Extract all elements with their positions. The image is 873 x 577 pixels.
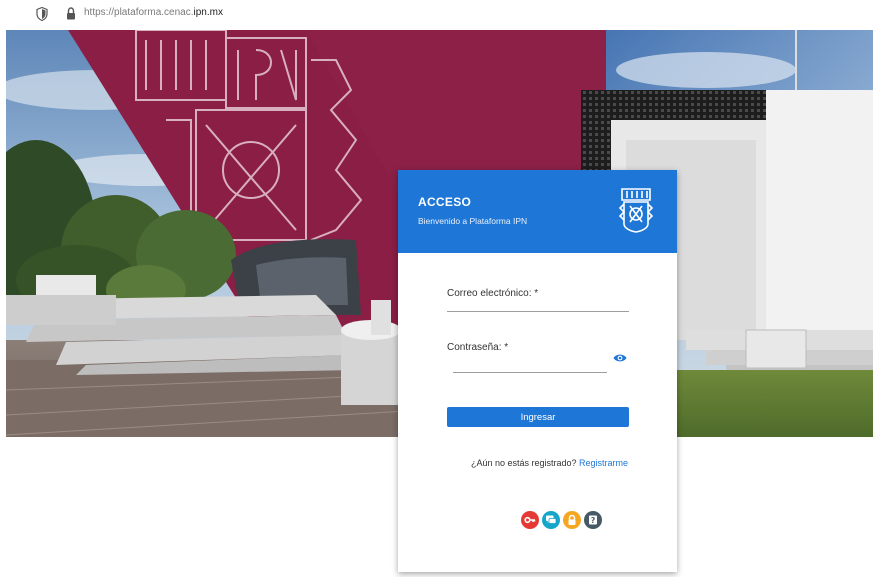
- key-icon[interactable]: [521, 511, 539, 529]
- ipn-logo-icon: [618, 188, 654, 233]
- register-link[interactable]: Registrarme: [579, 458, 628, 468]
- address-url[interactable]: https://plataforma.cenac.ipn.mx: [84, 7, 223, 18]
- footer-icon-row: ?: [521, 511, 602, 529]
- login-title: ACCESO: [418, 195, 472, 209]
- email-field[interactable]: [447, 298, 629, 310]
- help-icon[interactable]: ?: [584, 511, 602, 529]
- password-underline: [453, 372, 607, 373]
- login-submit-button[interactable]: Ingresar: [447, 407, 629, 427]
- password-field[interactable]: [453, 357, 607, 369]
- show-password-eye-icon[interactable]: [613, 353, 627, 363]
- shield-icon[interactable]: [36, 7, 48, 21]
- browser-address-bar: https://plataforma.cenac.ipn.mx: [0, 0, 873, 28]
- svg-text:?: ?: [591, 516, 595, 525]
- password-label: Contraseña: *: [447, 342, 509, 353]
- chat-icon[interactable]: [542, 511, 560, 529]
- url-prefix: https://plataforma.cenac.: [84, 7, 194, 18]
- login-card: ACCESO Bienvenido a Plataforma IPN Corre…: [398, 170, 677, 572]
- register-prompt: ¿Aún no estás registrado? Registrarme: [398, 458, 677, 468]
- url-domain: ipn.mx: [193, 7, 223, 18]
- lock-icon: [67, 7, 75, 20]
- register-prompt-text: ¿Aún no estás registrado?: [470, 458, 577, 468]
- lock-icon[interactable]: [563, 511, 581, 529]
- login-card-header: ACCESO Bienvenido a Plataforma IPN: [398, 170, 677, 253]
- login-subtitle: Bienvenido a Plataforma IPN: [418, 216, 528, 226]
- email-underline: [447, 311, 629, 312]
